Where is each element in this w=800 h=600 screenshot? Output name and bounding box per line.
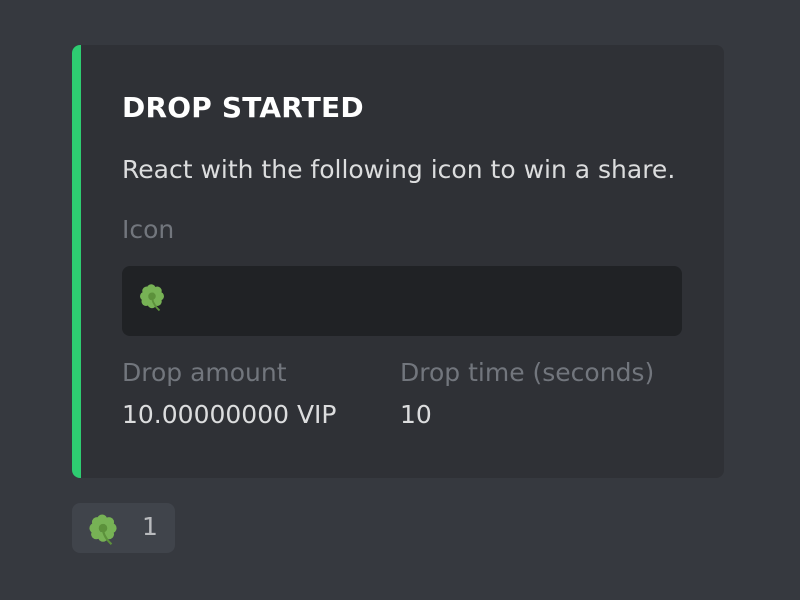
icon-field-name: Icon — [122, 215, 175, 244]
drop-time-value: 10 — [400, 400, 432, 429]
embed-title: DROP STARTED — [122, 91, 364, 124]
embed-description: React with the following icon to win a s… — [122, 155, 676, 184]
reaction-button[interactable]: 1 — [72, 503, 175, 553]
icon-code-block — [122, 266, 682, 336]
four-leaf-clover-icon — [89, 514, 117, 546]
four-leaf-clover-icon — [140, 284, 164, 312]
drop-amount-value: 10.00000000 VIP — [122, 400, 337, 429]
drop-time-label: Drop time (seconds) — [400, 358, 655, 387]
drop-amount-label: Drop amount — [122, 358, 287, 387]
embed-accent-bar — [72, 45, 81, 478]
drop-embed: DROP STARTED React with the following ic… — [72, 45, 724, 478]
reaction-count: 1 — [142, 512, 158, 541]
